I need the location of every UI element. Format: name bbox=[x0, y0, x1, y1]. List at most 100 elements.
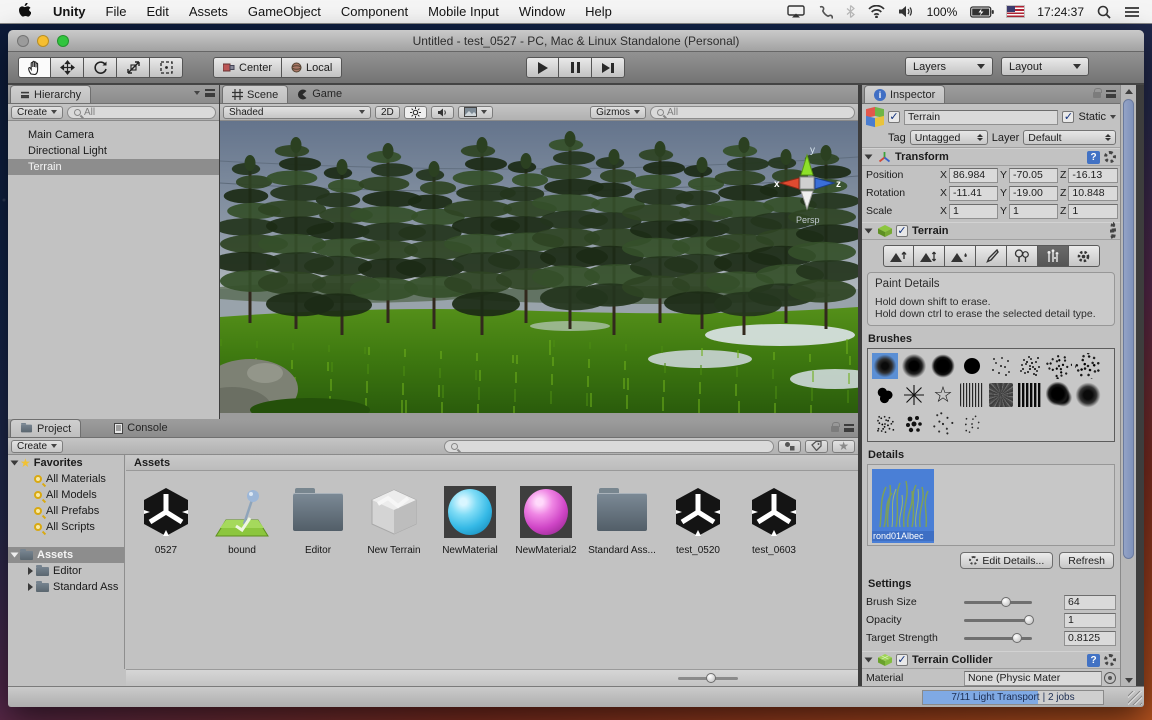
asset-newmaterial[interactable]: NewMaterial bbox=[432, 483, 508, 556]
opacity-value-field[interactable]: 1 bbox=[1064, 612, 1116, 628]
rotation-y-field[interactable]: -19.00 bbox=[1009, 185, 1058, 201]
scale-z-field[interactable]: 1 bbox=[1068, 203, 1118, 219]
scene-lighting-button[interactable] bbox=[403, 105, 427, 119]
wifi-icon[interactable] bbox=[867, 5, 885, 18]
favorite-all-models[interactable]: All Models bbox=[8, 487, 124, 503]
foldout-triangle[interactable] bbox=[864, 228, 873, 234]
tab-inspector[interactable]: i Inspector bbox=[864, 85, 946, 103]
panel-menu-icon[interactable] bbox=[194, 91, 200, 95]
brush-thumbnail-spike-star[interactable] bbox=[901, 382, 927, 408]
brush-thumbnail-soft-circle-small[interactable] bbox=[872, 353, 898, 379]
brush-thumbnail-soft-circle-large[interactable] bbox=[930, 353, 956, 379]
panel-options-icon[interactable] bbox=[844, 423, 854, 432]
menu-assets[interactable]: Assets bbox=[179, 4, 238, 19]
brush-thumbnail-dot-cluster[interactable] bbox=[901, 411, 927, 437]
asset-new-terrain[interactable]: New Terrain bbox=[356, 483, 432, 556]
brush-size-value-field[interactable]: 64 bbox=[1064, 594, 1116, 610]
brush-thumbnail-noise-patch[interactable] bbox=[988, 382, 1014, 408]
scale-y-field[interactable]: 1 bbox=[1009, 203, 1058, 219]
brush-thumbnail-scatter-fine[interactable] bbox=[930, 411, 956, 437]
hierarchy-item-main-camera[interactable]: Main Camera bbox=[8, 127, 219, 143]
tab-project[interactable]: Project bbox=[10, 419, 82, 437]
brush-thumbnail-ink-blob[interactable] bbox=[1046, 382, 1072, 408]
gear-icon[interactable] bbox=[1104, 151, 1116, 163]
asset-editor-folder[interactable]: Editor bbox=[280, 483, 356, 556]
favorite-all-scripts[interactable]: All Scripts bbox=[8, 519, 124, 535]
slider-thumb[interactable] bbox=[706, 673, 716, 683]
favorites-filter-button[interactable]: ★ bbox=[832, 439, 855, 453]
rect-tool-button[interactable] bbox=[150, 57, 183, 78]
static-dropdown-icon[interactable] bbox=[1110, 115, 1116, 119]
refresh-button[interactable]: Refresh bbox=[1059, 552, 1114, 569]
object-picker-icon[interactable] bbox=[1104, 672, 1116, 684]
brush-thumbnail-scatter-burst[interactable] bbox=[872, 411, 898, 437]
window-titlebar[interactable]: Untitled - test_0527 - PC, Mac & Linux S… bbox=[8, 30, 1144, 52]
asset-standard-assets-folder[interactable]: Standard Ass... bbox=[584, 483, 660, 556]
menu-gameobject[interactable]: GameObject bbox=[238, 4, 331, 19]
lightmapping-progress-bar[interactable]: 7/11 Light Transport | 2 jobs bbox=[922, 690, 1104, 705]
foldout-triangle[interactable] bbox=[28, 567, 33, 575]
lock-icon[interactable] bbox=[1093, 88, 1102, 98]
bluetooth-icon[interactable] bbox=[846, 5, 855, 18]
scene-viewport[interactable]: y x z Persp bbox=[220, 121, 858, 419]
notification-center-icon[interactable] bbox=[1124, 6, 1140, 18]
target-strength-slider[interactable] bbox=[964, 632, 1032, 643]
physic-material-field[interactable]: None (Physic Mater bbox=[964, 670, 1102, 686]
project-create-dropdown[interactable]: Create bbox=[11, 439, 64, 453]
favorites-root[interactable]: ★ Favorites bbox=[8, 455, 124, 471]
asset-0527[interactable]: 0527 bbox=[128, 483, 204, 556]
scroll-up-arrow[interactable] bbox=[1125, 89, 1133, 94]
brush-thumbnail-speckle-dense[interactable] bbox=[1017, 353, 1043, 379]
gameobject-active-checkbox[interactable]: ✓ bbox=[888, 111, 900, 123]
brush-thumbnail-star-outline[interactable]: ☆ bbox=[930, 382, 956, 408]
detail-item-selected[interactable]: rond01Albec bbox=[872, 469, 934, 543]
brush-size-slider[interactable] bbox=[964, 596, 1032, 607]
menu-component[interactable]: Component bbox=[331, 4, 418, 19]
menu-edit[interactable]: Edit bbox=[136, 4, 178, 19]
paint-details-tool[interactable] bbox=[1037, 245, 1069, 267]
foldout-triangle[interactable] bbox=[864, 657, 873, 663]
tag-popup[interactable]: Untagged bbox=[909, 130, 988, 145]
move-tool-button[interactable] bbox=[51, 57, 84, 78]
thumbnail-size-slider[interactable] bbox=[678, 673, 738, 683]
asset-newmaterial2[interactable]: NewMaterial2 bbox=[508, 483, 584, 556]
transform-header[interactable]: Transform ? bbox=[862, 148, 1120, 166]
hierarchy-create-dropdown[interactable]: Create bbox=[11, 105, 64, 119]
panel-options-icon[interactable] bbox=[1106, 89, 1116, 98]
scroll-down-arrow[interactable] bbox=[1125, 678, 1133, 683]
brush-thumbnail-vertical-streaks[interactable] bbox=[959, 382, 985, 408]
foldout-triangle[interactable] bbox=[10, 460, 19, 466]
help-icon[interactable]: ? bbox=[1087, 150, 1100, 164]
menu-unity[interactable]: Unity bbox=[43, 4, 96, 19]
edit-details-button[interactable]: Edit Details... bbox=[960, 552, 1054, 569]
brush-thumbnail-speckle-coarse[interactable] bbox=[1046, 353, 1072, 379]
tab-scene[interactable]: Scene bbox=[222, 85, 289, 103]
brush-thumbnail-speckle-light[interactable] bbox=[988, 353, 1014, 379]
menu-help[interactable]: Help bbox=[575, 4, 622, 19]
scale-tool-button[interactable] bbox=[117, 57, 150, 78]
hierarchy-search-input[interactable]: All bbox=[67, 105, 216, 119]
asset-test-0520[interactable]: test_0520 bbox=[660, 483, 736, 556]
static-checkbox[interactable]: ✓ bbox=[1062, 111, 1075, 123]
panel-options-icon[interactable] bbox=[205, 89, 215, 97]
menu-mobile-input[interactable]: Mobile Input bbox=[418, 4, 509, 19]
play-button[interactable] bbox=[526, 57, 559, 78]
shading-mode-dropdown[interactable]: Shaded bbox=[223, 105, 371, 119]
inspector-scrollbar[interactable] bbox=[1120, 85, 1136, 687]
tab-game[interactable]: Game bbox=[288, 85, 351, 103]
layout-dropdown[interactable]: Layout bbox=[1001, 57, 1089, 76]
brush-thumbnail-speckle-blob[interactable] bbox=[1075, 353, 1101, 379]
hand-tool-button[interactable] bbox=[18, 57, 51, 78]
position-x-field[interactable]: 86.984 bbox=[949, 167, 998, 183]
project-search-input[interactable] bbox=[444, 439, 775, 453]
paint-texture-tool[interactable] bbox=[975, 245, 1007, 267]
raise-lower-terrain-tool[interactable] bbox=[882, 245, 914, 267]
pause-button[interactable] bbox=[559, 57, 592, 78]
minimize-window-button[interactable] bbox=[37, 35, 49, 47]
gizmos-dropdown[interactable]: Gizmos bbox=[590, 105, 646, 119]
brush-thumbnail-soft-circle[interactable] bbox=[901, 353, 927, 379]
brush-thumbnail-scatter-sparse[interactable] bbox=[959, 411, 985, 437]
opacity-slider[interactable] bbox=[964, 614, 1034, 625]
terrain-settings-tool[interactable] bbox=[1068, 245, 1100, 267]
rotate-tool-button[interactable] bbox=[84, 57, 117, 78]
